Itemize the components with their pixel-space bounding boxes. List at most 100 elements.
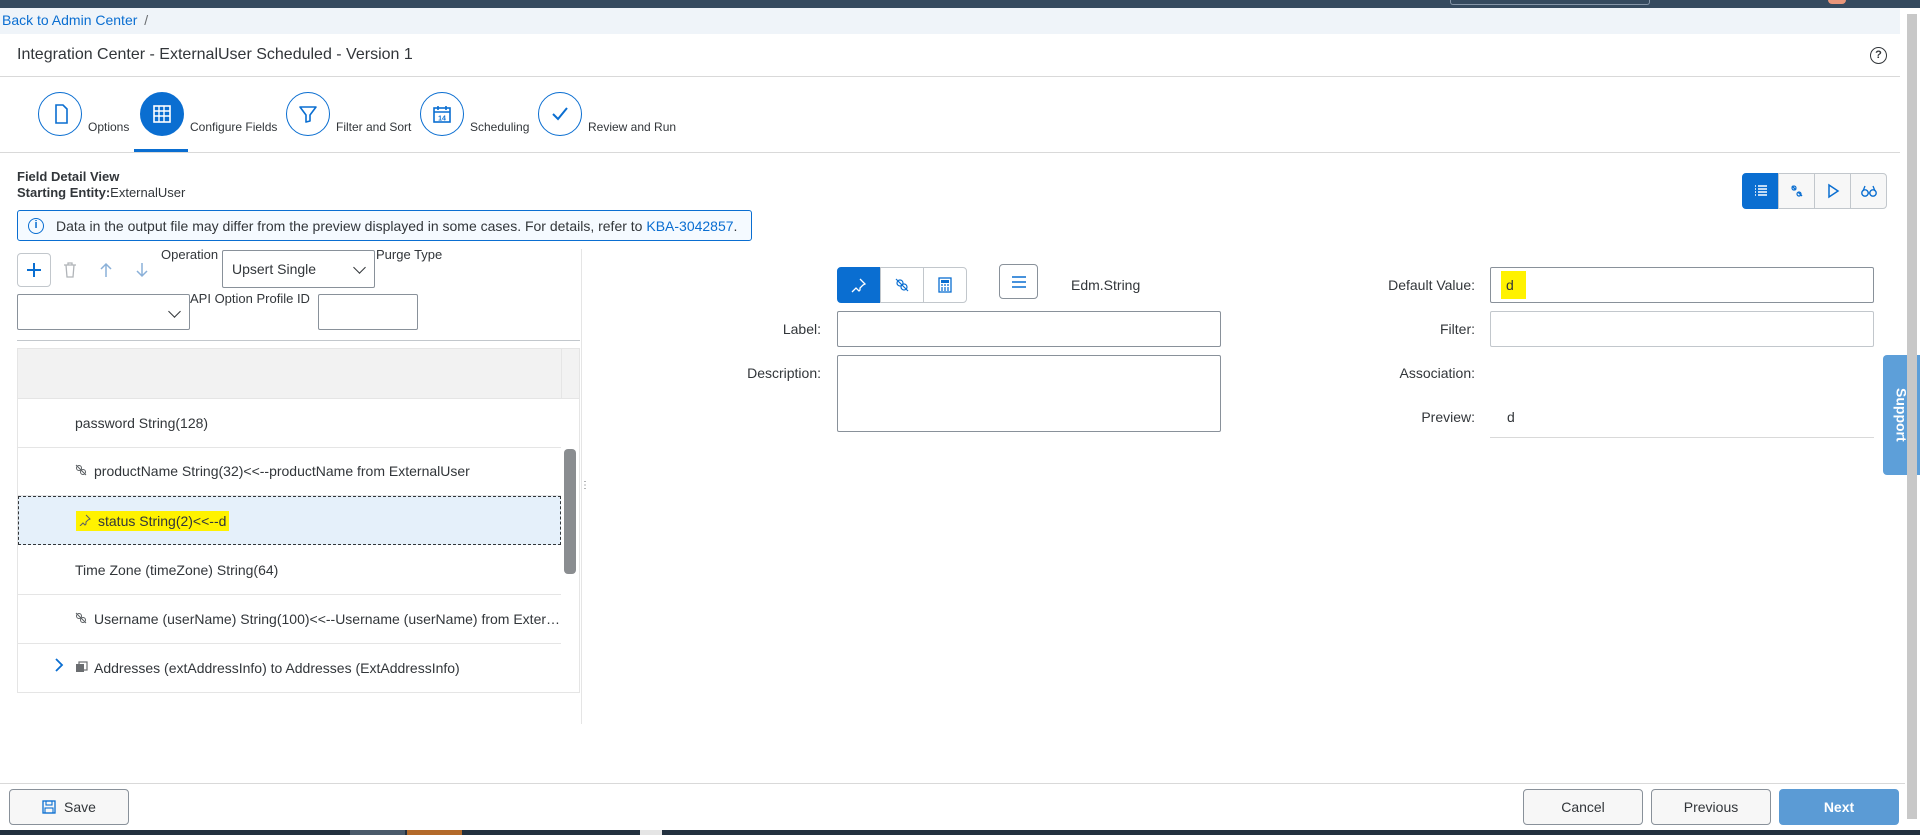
- api-option-profile-label: API Option Profile ID: [190, 291, 310, 306]
- link-icon: [75, 612, 89, 627]
- step-label: Options: [88, 120, 130, 134]
- starting-entity: Starting Entity:ExternalUser: [17, 185, 185, 200]
- chevron-right-icon[interactable]: [54, 658, 64, 677]
- step-label: Configure Fields: [190, 120, 278, 134]
- tree-row-label: status String(2)<<--d: [98, 512, 227, 529]
- purge-type-label: Purge Type: [376, 247, 443, 262]
- taskbar-item[interactable]: [640, 830, 662, 835]
- back-to-admin-link[interactable]: Back to Admin Center: [2, 12, 137, 28]
- preview-divider: [1490, 437, 1874, 438]
- kba-link[interactable]: KBA-3042857: [646, 218, 733, 234]
- save-button[interactable]: Save: [9, 789, 129, 825]
- preview-caption: Preview:: [1421, 409, 1475, 425]
- field-type-text: Edm.String: [1071, 277, 1141, 293]
- step-label: Filter and Sort: [336, 120, 412, 134]
- move-up-button[interactable]: [89, 253, 123, 287]
- menu-button[interactable]: [999, 264, 1038, 299]
- preview-glasses-icon[interactable]: [1850, 173, 1887, 209]
- tree-row-label: Username (userName) String(100)<<--Usern…: [94, 611, 561, 627]
- tree-row-selected[interactable]: status String(2)<<--d: [18, 496, 561, 545]
- table-grid-icon: [140, 92, 184, 136]
- step-label: Scheduling: [470, 120, 530, 134]
- avatar[interactable]: [1828, 0, 1846, 4]
- checkmark-icon: [538, 92, 582, 136]
- link-icon: [75, 464, 89, 479]
- taskbar-item[interactable]: [407, 830, 462, 835]
- wizard-steps: Options Configure Fields Filter and Sort…: [0, 78, 1900, 153]
- label-input[interactable]: [837, 311, 1221, 347]
- tree-row[interactable]: Time Zone (timeZone) String(64): [18, 546, 561, 595]
- filter-input[interactable]: [1490, 311, 1874, 347]
- menu-icon: [1011, 275, 1026, 288]
- association-caption: Association:: [1399, 365, 1475, 381]
- tree-header: [18, 349, 561, 399]
- mapping-view-icon[interactable]: [1778, 173, 1815, 209]
- field-tree: password String(128) productName String(…: [17, 348, 580, 693]
- info-message-strip: i Data in the output file may differ fro…: [17, 210, 752, 241]
- breadcrumb-separator: /: [144, 12, 149, 28]
- calculator-icon[interactable]: [923, 267, 967, 303]
- chevron-down-icon: [353, 261, 366, 274]
- add-field-button[interactable]: [17, 253, 51, 287]
- description-textarea[interactable]: [837, 355, 1221, 432]
- previous-button[interactable]: Previous: [1651, 789, 1771, 825]
- pin-icon: [79, 514, 93, 529]
- previous-label: Previous: [1683, 799, 1739, 815]
- tree-header-corner: [561, 349, 579, 399]
- help-icon[interactable]: ?: [1870, 47, 1887, 64]
- shell-search-input[interactable]: [1450, 0, 1650, 5]
- filter-icon: [286, 92, 330, 136]
- move-down-button[interactable]: [125, 253, 159, 287]
- default-value-input[interactable]: d: [1490, 267, 1874, 303]
- tree-row[interactable]: productName String(32)<<--productName fr…: [18, 447, 561, 496]
- default-value-text: d: [1501, 271, 1526, 299]
- taskbar-strip: [0, 830, 1920, 835]
- unlink-icon[interactable]: [880, 267, 924, 303]
- info-icon: i: [28, 217, 44, 234]
- starting-entity-label: Starting Entity:: [17, 185, 111, 200]
- info-text: Data in the output file may differ from …: [56, 217, 738, 234]
- footer-bar: Save Cancel Previous Next: [0, 783, 1905, 830]
- tree-row-label: Addresses (extAddressInfo) to Addresses …: [94, 660, 460, 676]
- field-type-toggle: [837, 267, 967, 303]
- breadcrumb-bar: Back to Admin Center /: [0, 8, 1900, 34]
- api-option-profile-input[interactable]: [318, 294, 418, 330]
- tree-row[interactable]: password String(128): [18, 399, 561, 448]
- next-button[interactable]: Next: [1779, 789, 1899, 825]
- default-value-caption: Default Value:: [1388, 277, 1475, 293]
- page-title: Integration Center - ExternalUser Schedu…: [17, 46, 413, 63]
- tree-row[interactable]: Addresses (extAddressInfo) to Addresses …: [18, 644, 561, 692]
- run-preview-icon[interactable]: [1814, 173, 1851, 209]
- label-caption: Label:: [782, 321, 821, 337]
- arrow-up-icon: [100, 262, 112, 277]
- purge-type-select[interactable]: [17, 294, 190, 330]
- shell-bar: [0, 0, 1920, 8]
- splitter-grip-icon[interactable]: ⋮: [580, 480, 590, 491]
- tree-scrollbar[interactable]: [564, 449, 576, 574]
- title-bar: Integration Center - ExternalUser Schedu…: [0, 34, 1900, 77]
- svg-text:14: 14: [438, 116, 446, 123]
- taskbar-item[interactable]: [350, 830, 405, 835]
- entity-icon: [75, 660, 89, 676]
- operation-select[interactable]: Upsert Single: [222, 250, 375, 288]
- tree-row-label: productName String(32)<<--productName fr…: [94, 463, 470, 479]
- delete-field-button[interactable]: [53, 253, 87, 287]
- page-scrollbar[interactable]: [1907, 14, 1917, 819]
- breadcrumb: Back to Admin Center /: [2, 12, 148, 28]
- cancel-button[interactable]: Cancel: [1523, 789, 1643, 825]
- highlighted-row-text: status String(2)<<--d: [76, 510, 230, 531]
- pin-icon[interactable]: [837, 267, 881, 303]
- cancel-label: Cancel: [1561, 799, 1605, 815]
- calendar-icon: 14: [420, 92, 464, 136]
- tree-row[interactable]: Username (userName) String(100)<<--Usern…: [18, 595, 561, 644]
- field-detail-title: Field Detail View: [17, 169, 120, 184]
- save-icon: [42, 800, 56, 814]
- operation-label: Operation: [161, 247, 219, 262]
- save-label: Save: [64, 799, 96, 815]
- list-view-icon[interactable]: [1742, 173, 1779, 209]
- toolbar-divider: [17, 340, 580, 341]
- arrow-down-icon: [136, 263, 148, 278]
- document-icon: [38, 92, 82, 136]
- view-mode-toggle: [1742, 173, 1887, 209]
- tree-row-label: password String(128): [75, 415, 209, 431]
